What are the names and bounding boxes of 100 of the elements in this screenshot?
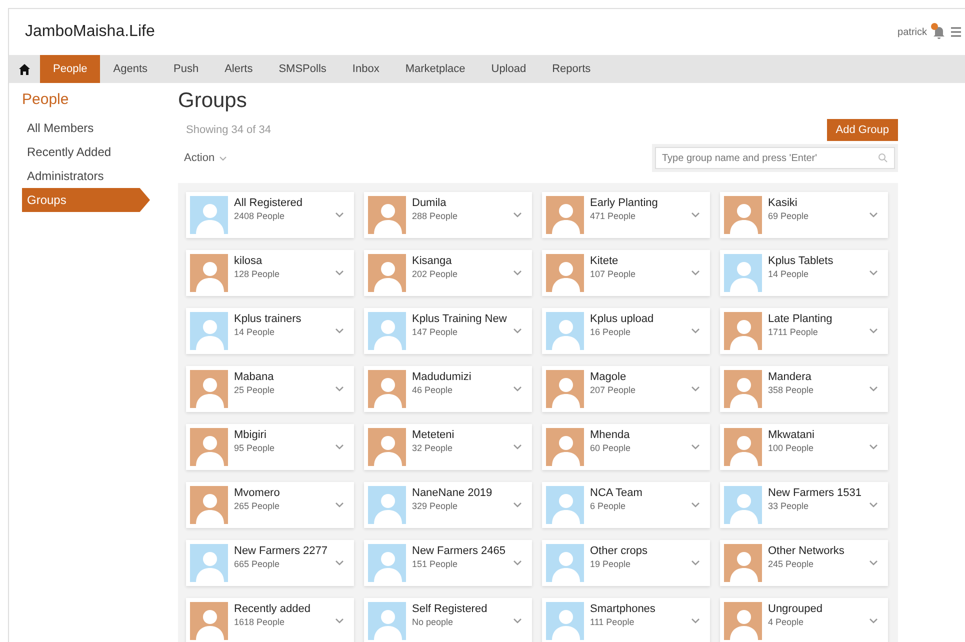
group-name[interactable]: Mbigiri — [234, 429, 335, 441]
nav-tab[interactable]: Agents — [100, 55, 161, 83]
group-card[interactable]: New Farmers 1531 33 People — [720, 482, 888, 528]
chevron-down-icon[interactable] — [335, 212, 344, 218]
nav-tab[interactable]: Alerts — [212, 55, 266, 83]
group-card[interactable]: Ungrouped 4 People — [720, 598, 888, 642]
group-name[interactable]: Mhenda — [590, 429, 691, 441]
brand-title[interactable]: JamboMaisha.Life — [25, 23, 898, 41]
group-name[interactable]: Mkwatani — [768, 429, 869, 441]
chevron-down-icon[interactable] — [869, 618, 878, 624]
group-card[interactable]: kilosa 128 People — [186, 250, 354, 296]
group-card[interactable]: Self Registered No people — [364, 598, 532, 642]
group-name[interactable]: Ungrouped — [768, 603, 869, 615]
group-card[interactable]: Madudumizi 46 People — [364, 366, 532, 412]
group-name[interactable]: Recently added — [234, 603, 335, 615]
group-name[interactable]: Smartphones — [590, 603, 691, 615]
chevron-down-icon[interactable] — [335, 444, 344, 450]
search-field[interactable]: Type group name and press 'Enter' — [655, 147, 895, 169]
group-name[interactable]: kilosa — [234, 255, 335, 267]
chevron-down-icon[interactable] — [513, 386, 522, 392]
sidebar-item[interactable]: Groups — [22, 188, 150, 212]
chevron-down-icon[interactable] — [335, 270, 344, 276]
chevron-down-icon[interactable] — [691, 270, 700, 276]
group-card[interactable]: Late Planting 1711 People — [720, 308, 888, 354]
chevron-down-icon[interactable] — [691, 502, 700, 508]
search-icon[interactable] — [878, 153, 888, 163]
group-card[interactable]: Mkwatani 100 People — [720, 424, 888, 470]
group-card[interactable]: Kplus upload 16 People — [542, 308, 710, 354]
chevron-down-icon[interactable] — [869, 444, 878, 450]
group-name[interactable]: Self Registered — [412, 603, 513, 615]
group-card[interactable]: Meteteni 32 People — [364, 424, 532, 470]
chevron-down-icon[interactable] — [869, 386, 878, 392]
chevron-down-icon[interactable] — [335, 502, 344, 508]
group-card[interactable]: Recently added 1618 People — [186, 598, 354, 642]
group-name[interactable]: Madudumizi — [412, 371, 513, 383]
chevron-down-icon[interactable] — [335, 618, 344, 624]
group-name[interactable]: Mabana — [234, 371, 335, 383]
chevron-down-icon[interactable] — [513, 212, 522, 218]
chevron-down-icon[interactable] — [691, 560, 700, 566]
group-card[interactable]: Mvomero 265 People — [186, 482, 354, 528]
nav-tab[interactable]: Marketplace — [392, 55, 478, 83]
user-name[interactable]: patrick — [898, 26, 927, 38]
group-name[interactable]: Kitete — [590, 255, 691, 267]
group-name[interactable]: Late Planting — [768, 313, 869, 325]
chevron-down-icon[interactable] — [691, 212, 700, 218]
group-name[interactable]: Kasiki — [768, 197, 869, 209]
group-name[interactable]: Kisanga — [412, 255, 513, 267]
nav-tab[interactable]: People — [40, 55, 100, 83]
chevron-down-icon[interactable] — [513, 444, 522, 450]
chevron-down-icon[interactable] — [335, 386, 344, 392]
bell-icon[interactable] — [933, 26, 945, 38]
group-card[interactable]: Kasiki 69 People — [720, 192, 888, 238]
nav-tab[interactable]: Upload — [478, 55, 540, 83]
action-dropdown[interactable]: Action — [184, 152, 227, 164]
group-card[interactable]: Other Networks 245 People — [720, 540, 888, 586]
chevron-down-icon[interactable] — [869, 270, 878, 276]
group-card[interactable]: Kplus Tablets 14 People — [720, 250, 888, 296]
group-card[interactable]: Mbigiri 95 People — [186, 424, 354, 470]
chevron-down-icon[interactable] — [691, 386, 700, 392]
chevron-down-icon[interactable] — [869, 560, 878, 566]
group-name[interactable]: Other Networks — [768, 545, 869, 557]
group-name[interactable]: Mandera — [768, 371, 869, 383]
add-group-button[interactable]: Add Group — [826, 119, 898, 141]
group-card[interactable]: Kisanga 202 People — [364, 250, 532, 296]
sidebar-item[interactable]: All Members — [22, 116, 162, 140]
group-name[interactable]: Kplus Training New — [412, 313, 513, 325]
group-card[interactable]: NCA Team 6 People — [542, 482, 710, 528]
group-card[interactable]: Early Planting 471 People — [542, 192, 710, 238]
group-card[interactable]: All Registered 2408 People — [186, 192, 354, 238]
group-card[interactable]: New Farmers 2277 665 People — [186, 540, 354, 586]
nav-tab[interactable]: Reports — [539, 55, 604, 83]
group-card[interactable]: Mhenda 60 People — [542, 424, 710, 470]
group-name[interactable]: Kplus Tablets — [768, 255, 869, 267]
group-card[interactable]: Mandera 358 People — [720, 366, 888, 412]
group-name[interactable]: Other crops — [590, 545, 691, 557]
group-name[interactable]: Dumila — [412, 197, 513, 209]
chevron-down-icon[interactable] — [869, 212, 878, 218]
nav-tab[interactable]: SMSPolls — [266, 55, 340, 83]
group-card[interactable]: Kitete 107 People — [542, 250, 710, 296]
sidebar-item[interactable]: Recently Added — [22, 140, 162, 164]
chevron-down-icon[interactable] — [691, 618, 700, 624]
group-card[interactable]: Kplus Training New 147 People — [364, 308, 532, 354]
chevron-down-icon[interactable] — [691, 328, 700, 334]
group-name[interactable]: Magole — [590, 371, 691, 383]
chevron-down-icon[interactable] — [869, 328, 878, 334]
group-name[interactable]: New Farmers 2465 — [412, 545, 513, 557]
chevron-down-icon[interactable] — [513, 502, 522, 508]
chevron-down-icon[interactable] — [869, 502, 878, 508]
group-card[interactable]: Dumila 288 People — [364, 192, 532, 238]
chevron-down-icon[interactable] — [335, 560, 344, 566]
chevron-down-icon[interactable] — [513, 270, 522, 276]
chevron-down-icon[interactable] — [335, 328, 344, 334]
group-card[interactable]: NaneNane 2019 329 People — [364, 482, 532, 528]
group-card[interactable]: New Farmers 2465 151 People — [364, 540, 532, 586]
group-card[interactable]: Other crops 19 People — [542, 540, 710, 586]
group-name[interactable]: Early Planting — [590, 197, 691, 209]
chevron-down-icon[interactable] — [513, 328, 522, 334]
sidebar-item[interactable]: Administrators — [22, 164, 162, 188]
chevron-down-icon[interactable] — [513, 560, 522, 566]
group-card[interactable]: Kplus trainers 14 People — [186, 308, 354, 354]
